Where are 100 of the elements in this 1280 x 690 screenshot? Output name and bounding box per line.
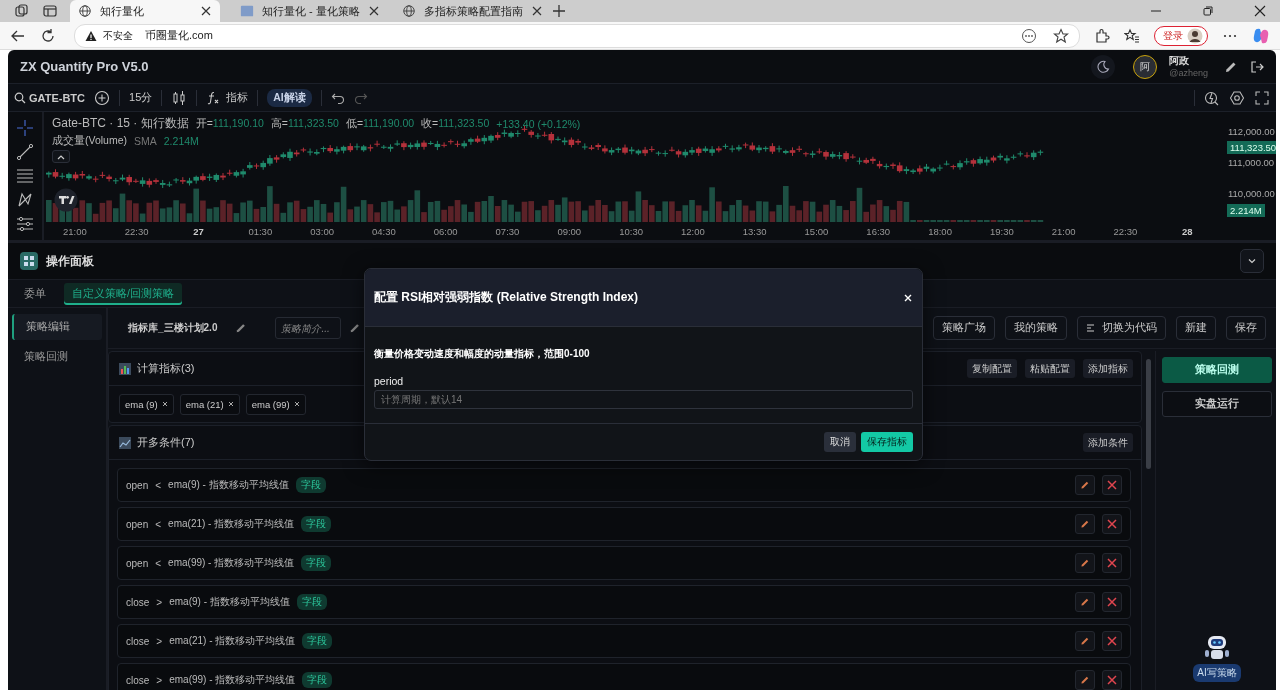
summary-field[interactable]: 策略简介... (275, 317, 342, 339)
more-icon[interactable] (1021, 27, 1037, 44)
cancel-button[interactable]: 取消 (824, 432, 856, 452)
close-icon (1107, 675, 1117, 685)
condition-expression: ema(21) - 指数移动平均线值 (169, 634, 296, 648)
price-change: +133.40 (+0.12%) (496, 117, 581, 130)
user-avatar[interactable]: 阿 (1133, 54, 1158, 79)
edit-icon[interactable] (349, 322, 362, 334)
side-button[interactable]: 策略回测 (1162, 357, 1272, 383)
star-icon[interactable] (1053, 27, 1069, 44)
condition-operator: > (156, 635, 163, 647)
browser-tab[interactable]: 知行量化 - 量化策略 (232, 0, 382, 22)
indicator-chip[interactable]: ema (21) (179, 393, 240, 415)
ai-analysis-button[interactable]: AI解读 (267, 88, 312, 107)
close-icon[interactable] (1254, 5, 1266, 17)
panel-tab[interactable]: 委单 (16, 282, 54, 305)
browser-tab[interactable]: 多指标策略配置指南 (394, 0, 544, 22)
url-text: 币圈量化.com (145, 28, 213, 43)
close-icon (1107, 480, 1117, 490)
last-price-tag: 111,323.50 (1227, 141, 1276, 154)
workspaces-icon[interactable] (14, 3, 30, 19)
tab-actions-icon[interactable] (42, 3, 58, 19)
assistant-label[interactable]: AI写策略 (1193, 664, 1241, 682)
favorites-icon[interactable] (1124, 27, 1140, 44)
symbol-search[interactable]: GATE-BTC (14, 91, 85, 104)
section-button[interactable]: 添加条件 (1083, 433, 1133, 452)
close-icon[interactable] (531, 5, 543, 17)
delete-button[interactable] (1102, 514, 1122, 534)
action-button[interactable]: 新建 (1176, 316, 1216, 340)
edit-icon[interactable] (235, 322, 248, 334)
dashboard-icon (20, 252, 38, 270)
interval-button[interactable]: 15分 (129, 90, 153, 105)
collapse-panel-button[interactable] (1240, 249, 1264, 273)
delete-button[interactable] (1102, 553, 1122, 573)
new-tab-icon[interactable] (552, 4, 566, 18)
settings-icon[interactable] (1229, 89, 1245, 106)
time-label: 03:00 (309, 225, 335, 237)
section-button[interactable]: 添加指标 (1083, 359, 1133, 378)
time-label: 07:30 (494, 225, 521, 237)
period-field[interactable]: 计算周期，默认14 (374, 390, 913, 409)
tab-title: 知行量化 - 量化策略 (262, 3, 360, 19)
address-bar[interactable]: 不安全 币圈量化.com (74, 23, 1080, 48)
pencil-icon (1080, 519, 1090, 529)
delete-button[interactable] (1102, 475, 1122, 495)
sliders-icon[interactable] (16, 215, 34, 233)
nav-item[interactable]: 策略回测 (12, 344, 102, 370)
save-button[interactable]: 保存指标 (861, 432, 913, 452)
action-button[interactable]: 保存 (1226, 316, 1266, 340)
section-button[interactable]: 复制配置 (967, 359, 1017, 378)
horizontal-lines-icon[interactable] (16, 167, 34, 185)
nav-item[interactable]: 策略编辑 (12, 314, 102, 340)
add-circle-icon[interactable] (94, 89, 110, 106)
browser-tab[interactable]: 知行量化 (70, 0, 220, 22)
indicator-chip[interactable]: ema (99) (245, 393, 306, 415)
edit-button[interactable] (1075, 514, 1095, 534)
pattern-icon[interactable] (16, 191, 34, 209)
action-button[interactable]: 我的策略 (1005, 316, 1067, 340)
extensions-icon[interactable] (1094, 27, 1110, 44)
trend-line-icon[interactable] (16, 143, 34, 161)
volume-ma-label: SMA (134, 135, 157, 147)
logout-icon[interactable] (1250, 59, 1264, 74)
delete-button[interactable] (1102, 592, 1122, 612)
indicators-button[interactable]: 指标 (206, 90, 249, 105)
type-tag: 字段 (296, 594, 327, 610)
edit-button[interactable] (1075, 475, 1095, 495)
close-icon[interactable] (200, 5, 212, 17)
chip-label: ema (21) (185, 398, 224, 410)
time-label: 06:00 (432, 225, 459, 237)
remove-icon[interactable] (161, 401, 168, 407)
edit-button[interactable] (1075, 631, 1095, 651)
indicator-chip[interactable]: ema (9) (119, 393, 174, 415)
delete-button[interactable] (1102, 631, 1122, 651)
time-label: 16:30 (865, 225, 892, 237)
edit-button[interactable] (1075, 553, 1095, 573)
search-icon (14, 91, 26, 104)
edit-button[interactable] (1075, 592, 1095, 612)
refresh-icon[interactable] (40, 27, 56, 44)
collapse-button[interactable] (52, 150, 70, 163)
edit-button[interactable] (1075, 670, 1095, 690)
login-button[interactable]: 登录 (1154, 25, 1208, 46)
condition-expression: ema(99) - 指数移动平均线值 (169, 673, 296, 687)
fullscreen-icon[interactable] (1254, 89, 1270, 106)
candles-icon[interactable] (171, 89, 188, 106)
section-button[interactable]: 粘贴配置 (1025, 359, 1075, 378)
panel-tab[interactable]: 自定义策略/回测策略 (64, 282, 182, 305)
chip-label: ema (9) (125, 398, 158, 410)
delete-button[interactable] (1102, 670, 1122, 690)
code-lines-icon (1086, 323, 1096, 333)
time-label: 21:00 (1050, 225, 1077, 237)
alert-icon[interactable] (1204, 89, 1220, 106)
remove-icon[interactable] (227, 401, 234, 407)
copilot-icon[interactable] (1252, 26, 1270, 45)
remove-icon[interactable] (293, 401, 300, 407)
theme-toggle[interactable] (1091, 54, 1116, 79)
action-button[interactable]: 策略广场 (933, 316, 995, 340)
action-button[interactable]: 切换为代码 (1077, 316, 1166, 340)
restore-icon[interactable] (1202, 5, 1214, 17)
close-icon[interactable] (367, 5, 380, 17)
side-button[interactable]: 实盘运行 (1162, 391, 1272, 417)
ohlc-value: 111,323.50 (438, 116, 490, 131)
